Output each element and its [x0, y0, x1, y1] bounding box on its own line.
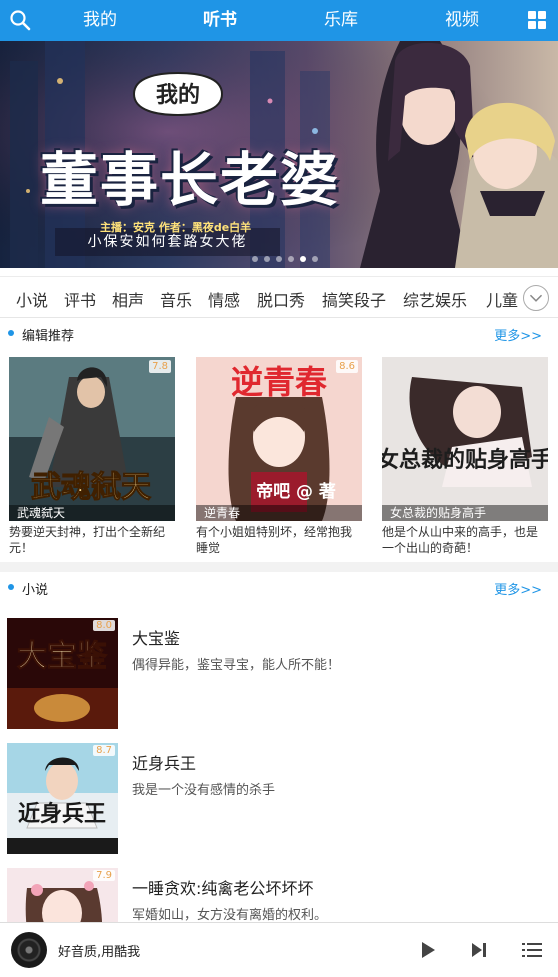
book-cover: 武魂弑天 7.8 武魂弑天: [9, 357, 175, 521]
category-strip: 小说 评书 相声 音乐 情感 脱口秀 搞笑段子 综艺娱乐 儿童: [0, 276, 558, 318]
banner-title-badge: 我的: [132, 71, 224, 117]
card-description: 他是个从山中来的高手，也是一个出山的奇葩！: [382, 525, 539, 555]
more-link[interactable]: 更多>>: [494, 579, 542, 598]
cover-art: 近身兵王: [7, 743, 118, 854]
tab-video[interactable]: 视频: [422, 0, 502, 41]
list-item[interactable]: 近身兵王 8.7 近身兵王 我是一个没有感情的杀手: [0, 743, 558, 855]
book-cover: 大宝鉴 8.0: [7, 618, 118, 729]
category-crosstalk[interactable]: 相声: [112, 287, 144, 311]
rating-badge: 8.0: [93, 620, 115, 631]
category-variety[interactable]: 综艺娱乐: [403, 287, 467, 311]
rating-badge: 8.6: [336, 360, 358, 373]
carousel-dot[interactable]: [312, 256, 318, 262]
rating-badge: 8.7: [93, 745, 115, 756]
banner-title: 董事长老婆: [40, 146, 341, 214]
svg-text:逆青春: 逆青春: [231, 363, 327, 401]
carousel-dot[interactable]: [252, 256, 258, 262]
tab-audiobooks[interactable]: 听书: [180, 0, 260, 41]
rating-badge: 7.8: [149, 360, 171, 373]
category-emotion[interactable]: 情感: [208, 287, 240, 311]
grid-menu-icon[interactable]: [528, 11, 546, 29]
carousel-dot[interactable]: [276, 256, 282, 262]
recommend-card[interactable]: 逆青春 帝吧 @ 著 8.6 逆青春 有个小姐姐特别坏，经常抱我睡觉: [196, 357, 362, 556]
book-cover: 女总裁的贴身高手 女总裁的贴身高手: [382, 357, 548, 521]
carousel-dots: [252, 256, 318, 262]
book-intro: 军婚如山，女方没有离婚的权利。: [132, 908, 328, 923]
category-pingshu[interactable]: 评书: [64, 287, 96, 311]
section-bullet-icon: [8, 330, 14, 336]
carousel-dot[interactable]: [288, 256, 294, 262]
card-description: 有个小姐姐特别坏，经常抱我睡觉: [196, 525, 353, 555]
category-music[interactable]: 音乐: [160, 287, 192, 311]
card-description: 势要逆天封神，打出个全新纪元！: [9, 525, 166, 555]
svg-text:近身兵王: 近身兵王: [18, 801, 106, 827]
carousel-dot[interactable]: [264, 256, 270, 262]
svg-text:武魂弑天: 武魂弑天: [31, 470, 151, 505]
category-talkshow[interactable]: 脱口秀: [257, 287, 305, 311]
play-icon[interactable]: [418, 940, 438, 960]
book-title: 一睡贪欢:纯禽老公坏坏坏: [132, 879, 314, 898]
book-intro: 我是一个没有感情的杀手: [132, 783, 276, 798]
novel-section-header: 小说 更多>>: [0, 572, 558, 604]
book-cover: 近身兵王 8.7: [7, 743, 118, 854]
book-cover: 逆青春 帝吧 @ 著 8.6 逆青春: [196, 357, 362, 521]
more-link[interactable]: 更多>>: [494, 325, 542, 344]
list-item[interactable]: 大宝鉴 8.0 大宝鉴 偶得异能，鉴宝寻宝，能人所不能！: [0, 618, 558, 730]
svg-text:女总裁的贴身高手: 女总裁的贴身高手: [382, 447, 548, 473]
category-jokes[interactable]: 搞笑段子: [322, 287, 386, 311]
recommend-card[interactable]: 武魂弑天 7.8 武魂弑天 势要逆天封神，打出个全新纪元！: [9, 357, 175, 556]
book-intro: 偶得异能，鉴宝寻宝，能人所不能！: [132, 658, 341, 673]
section-divider: [0, 562, 558, 572]
carousel-dot[interactable]: [300, 256, 306, 262]
category-children[interactable]: 儿童: [486, 287, 518, 311]
editor-section-header: 编辑推荐 更多>>: [0, 318, 558, 350]
book-title: 近身兵王: [132, 754, 197, 773]
card-caption: 武魂弑天: [9, 505, 175, 521]
album-disc-icon[interactable]: [11, 932, 47, 968]
banner-credits: 主播：安克 作者：黑夜de白羊: [100, 221, 252, 234]
mini-player-bar: 好音质,用酷我: [0, 922, 558, 977]
svg-text:大宝鉴: 大宝鉴: [17, 639, 108, 674]
section-bullet-icon: [8, 584, 14, 590]
top-nav-bar: 我的 听书 乐库 视频: [0, 0, 558, 41]
cover-art: 女总裁的贴身高手: [382, 357, 548, 521]
card-caption: 逆青春: [196, 505, 362, 521]
section-title: 编辑推荐: [22, 329, 75, 344]
search-icon[interactable]: [8, 8, 32, 32]
playlist-icon[interactable]: [522, 940, 542, 960]
recommend-card[interactable]: 女总裁的贴身高手 女总裁的贴身高手 他是个从山中来的高手，也是一个出山的奇葩！: [382, 357, 548, 556]
cover-art: 武魂弑天: [9, 357, 175, 521]
svg-text:帝吧 @ 著: 帝吧 @ 著: [256, 481, 336, 502]
tab-mine[interactable]: 我的: [60, 0, 140, 41]
player-label[interactable]: 好音质,用酷我: [58, 941, 140, 960]
cover-art: 大宝鉴: [7, 618, 118, 729]
banner-carousel[interactable]: 我的 董事长老婆 小保安如何套路女大佬: [0, 41, 558, 268]
book-title: 大宝鉴: [132, 629, 181, 648]
rating-badge: 7.9: [93, 870, 115, 881]
tab-music-library[interactable]: 乐库: [301, 0, 381, 41]
section-title: 小说: [22, 583, 49, 598]
cover-art: 逆青春 帝吧 @ 著: [196, 357, 362, 521]
card-caption: 女总裁的贴身高手: [382, 505, 548, 521]
chevron-down-icon[interactable]: [523, 285, 549, 311]
next-track-icon[interactable]: [469, 940, 489, 960]
category-novel[interactable]: 小说: [16, 287, 48, 311]
svg-text:我的: 我的: [156, 82, 200, 108]
